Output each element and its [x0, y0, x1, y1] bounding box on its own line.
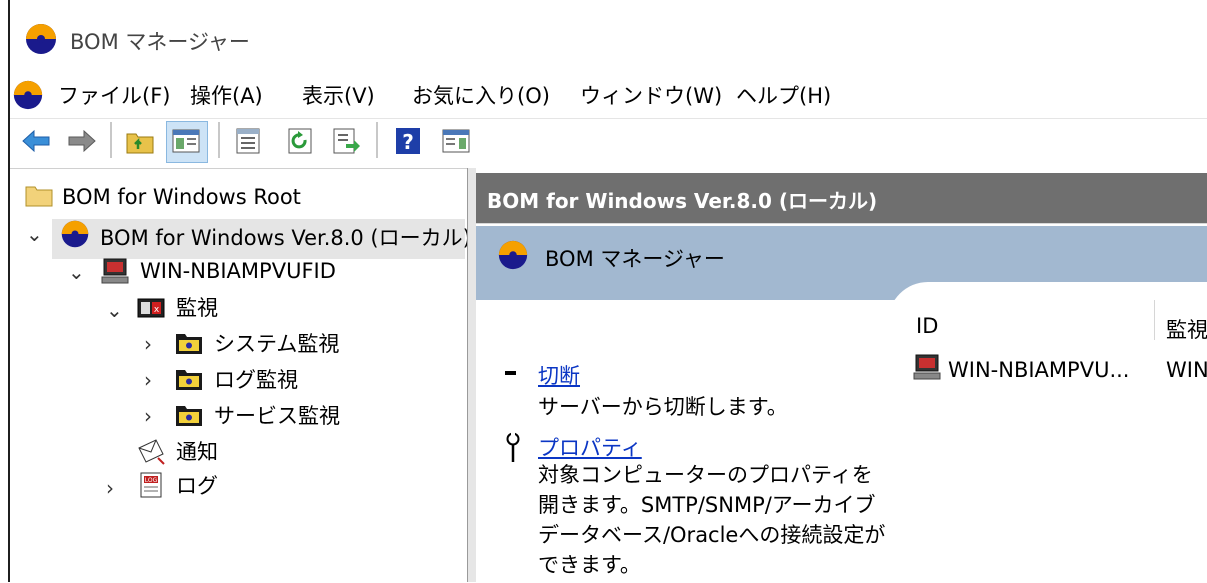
folder-icon: [25, 186, 53, 207]
disconnect-icon: [505, 371, 516, 375]
chevron-down-icon[interactable]: ⌄: [68, 260, 85, 284]
monitor-group-icon: x: [137, 298, 165, 318]
chevron-right-icon[interactable]: ›: [144, 404, 152, 428]
chevron-right-icon[interactable]: ›: [144, 332, 152, 356]
export-list-icon[interactable]: [330, 125, 362, 157]
column-header-id[interactable]: ID: [916, 314, 938, 338]
show-hide-action-pane-icon[interactable]: [440, 125, 472, 157]
tree-item-label: 監視: [176, 296, 218, 320]
tree-item-log[interactable]: ログ: [176, 467, 218, 503]
log-icon: LOG: [140, 472, 162, 498]
tree-item-label: BOM for Windows Ver.8.0 (ローカル): [100, 226, 471, 250]
tree-item-label: サービス監視: [214, 404, 340, 428]
wrench-icon: [506, 432, 520, 462]
task-properties-desc: 対象コンピューターのプロパティを開きます。SMTP/SNMP/アーカイブデータベ…: [538, 463, 886, 577]
monitor-folder-icon: [176, 406, 202, 426]
toolbar-separator: [376, 122, 378, 158]
list-item-monitor: WIN: [1166, 358, 1207, 382]
tree-item-bom-instance[interactable]: BOM for Windows Ver.8.0 (ローカル): [100, 219, 471, 255]
task-properties-link[interactable]: プロパティ: [538, 432, 642, 462]
task-disconnect-link[interactable]: 切断: [538, 360, 580, 390]
chevron-right-icon[interactable]: ›: [144, 368, 152, 392]
help-icon[interactable]: ?: [392, 125, 424, 157]
column-divider[interactable]: [1154, 300, 1155, 340]
window-title: BOM マネージャー: [70, 30, 250, 54]
column-header-monitor[interactable]: 監視: [1166, 314, 1207, 344]
tree-item-service-monitor[interactable]: サービス監視: [214, 397, 340, 433]
tree-item-computer[interactable]: WIN-NBIAMPVUFID: [140, 253, 336, 289]
tree-item-label: ログ監視: [214, 368, 298, 392]
tree-item-label: BOM for Windows Root: [62, 185, 301, 209]
monitor-folder-icon: [176, 334, 202, 354]
bom-app-icon: [498, 240, 528, 270]
tree-item-label: システム監視: [214, 332, 340, 356]
tree-item-label: 通知: [176, 440, 218, 464]
chevron-right-icon[interactable]: ›: [106, 476, 114, 500]
monitor-folder-icon: [176, 370, 202, 390]
tree-item-root[interactable]: BOM for Windows Root: [62, 179, 301, 215]
menu-favorites[interactable]: お気に入り(O): [412, 80, 550, 110]
back-icon[interactable]: [20, 125, 52, 157]
computer-icon: [913, 354, 941, 380]
bom-app-icon: [61, 220, 89, 248]
svg-text:x: x: [154, 305, 160, 315]
tree-item-notify[interactable]: 通知: [176, 433, 218, 469]
menu-help[interactable]: ヘルプ(H): [736, 80, 831, 110]
menu-file[interactable]: ファイル(F): [58, 80, 170, 110]
svg-text:?: ?: [402, 130, 414, 154]
bom-app-icon: [26, 24, 56, 54]
taskpad-title: BOM マネージャー: [545, 247, 725, 271]
bom-app-icon[interactable]: [12, 79, 44, 111]
refresh-icon[interactable]: [284, 125, 316, 157]
chevron-down-icon[interactable]: ⌄: [106, 298, 123, 322]
properties-icon[interactable]: [232, 125, 264, 157]
notify-icon: [138, 439, 165, 465]
svg-text:LOG: LOG: [145, 477, 158, 484]
tree-item-monitor[interactable]: 監視: [176, 289, 218, 325]
chevron-down-icon[interactable]: ⌄: [26, 222, 43, 246]
forward-icon[interactable]: [66, 125, 98, 157]
toolbar-separator: [110, 122, 112, 158]
menu-action[interactable]: 操作(A): [190, 80, 263, 110]
task-disconnect-desc: サーバーから切断します。: [538, 395, 788, 419]
up-folder-icon[interactable]: [124, 125, 156, 157]
tree-item-label: ログ: [176, 474, 218, 498]
pane-splitter[interactable]: [467, 168, 476, 582]
computer-icon: [101, 258, 129, 284]
result-pane-title: BOM for Windows Ver.8.0 (ローカル): [487, 189, 878, 213]
tree-item-label: WIN-NBIAMPVUFID: [140, 259, 336, 283]
tree-item-log-monitor[interactable]: ログ監視: [214, 361, 298, 397]
show-hide-tree-icon[interactable]: [170, 125, 202, 157]
list-item-id[interactable]: WIN-NBIAMPVU...: [948, 358, 1129, 382]
menu-window[interactable]: ウィンドウ(W): [580, 80, 722, 110]
tree-item-system-monitor[interactable]: システム監視: [214, 325, 339, 361]
menu-view[interactable]: 表示(V): [302, 80, 375, 110]
toolbar-separator: [218, 122, 220, 158]
